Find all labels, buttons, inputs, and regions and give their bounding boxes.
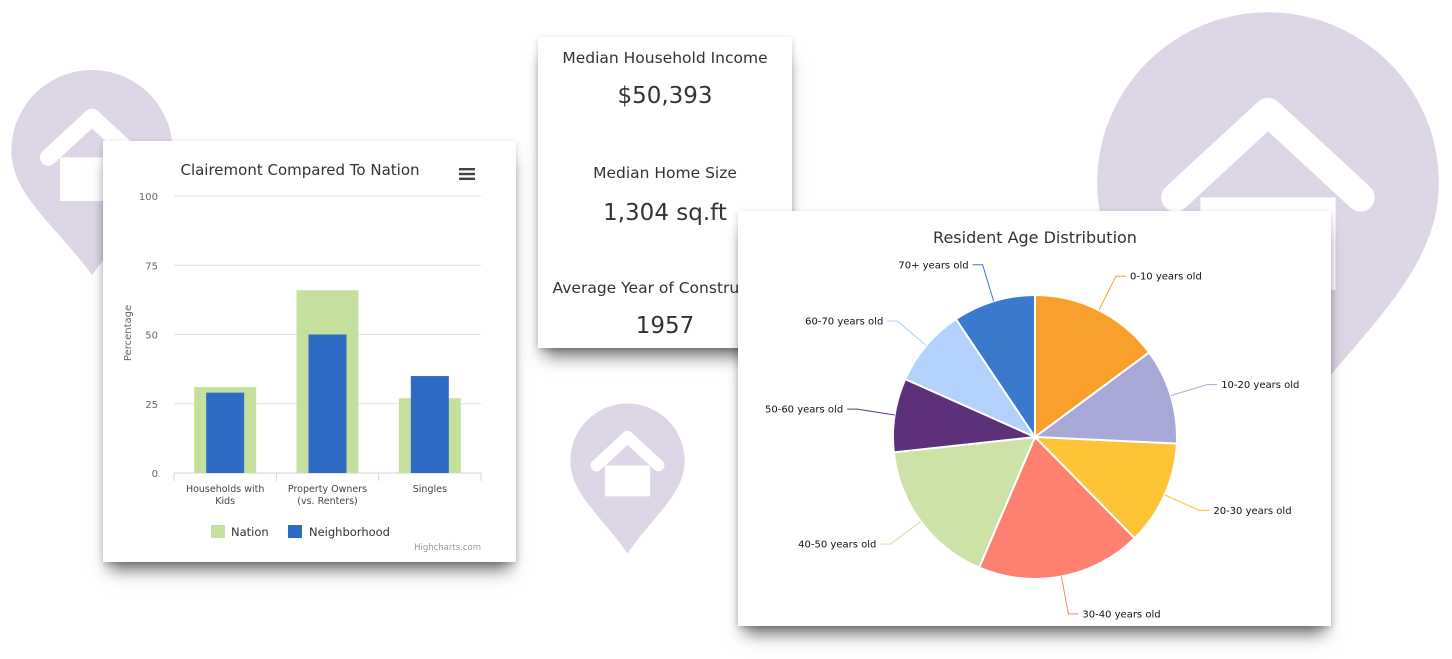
legend-label-nation[interactable]: Nation — [231, 525, 269, 539]
pie-connector — [972, 264, 995, 302]
x-category-label: Property Owners (vs. Renters) — [288, 484, 367, 507]
credits-link[interactable]: Highcharts.com — [414, 543, 481, 553]
pie-connector — [1060, 576, 1079, 615]
x-category-label: Singles — [413, 484, 447, 495]
bar-neighborhood-2[interactable] — [410, 376, 449, 473]
pie-label-0-10-years-old: 0-10 years old — [1130, 272, 1202, 283]
chart-title: Clairemont Compared To Nation — [180, 161, 419, 179]
y-tick-label: 50 — [145, 331, 158, 342]
comparison-chart-card: Clairemont Compared To Nation Percentage… — [103, 141, 516, 562]
pie-connector — [1098, 275, 1126, 311]
menu-icon[interactable] — [459, 168, 475, 180]
pie-connector — [1164, 494, 1210, 511]
stat-value-income: $50,393 — [617, 83, 713, 109]
pie-connector — [847, 408, 895, 416]
legend-label-neighborhood[interactable]: Neighborhood — [309, 525, 390, 539]
bar-neighborhood-0[interactable] — [206, 392, 245, 473]
y-tick-label: 75 — [145, 261, 158, 272]
y-tick-label: 25 — [145, 400, 158, 411]
pie-connector — [887, 320, 927, 346]
pie-label-10-20-years-old: 10-20 years old — [1221, 380, 1299, 391]
y-tick-label: 100 — [139, 192, 158, 203]
home-location-pin-icon — [570, 403, 685, 554]
chart-title: Resident Age Distribution — [933, 228, 1137, 247]
pie-connector — [1170, 384, 1218, 397]
x-category-label: Households with Kids — [186, 484, 264, 507]
bar-neighborhood-1[interactable] — [308, 334, 347, 474]
stat-label-home-size: Median Home Size — [593, 164, 737, 182]
legend-swatch-neighborhood — [288, 525, 302, 538]
y-tick-label: 0 — [152, 469, 158, 480]
comparison-bar-chart: Clairemont Compared To Nation Percentage… — [123, 161, 482, 553]
pie-connector — [880, 521, 922, 545]
pie-label-70-years-old: 70+ years old — [898, 260, 968, 271]
pie-label-40-50-years-old: 40-50 years old — [798, 540, 876, 551]
age-distribution-chart-card: Resident Age Distribution 0-10 years old… — [738, 211, 1331, 626]
pie-label-60-70-years-old: 60-70 years old — [805, 317, 883, 328]
pie-label-50-60-years-old: 50-60 years old — [765, 405, 843, 416]
age-pie-chart: Resident Age Distribution 0-10 years old… — [765, 228, 1299, 620]
y-axis-label: Percentage — [123, 305, 134, 361]
stat-label-income: Median Household Income — [562, 49, 768, 67]
pie-label-20-30-years-old: 20-30 years old — [1213, 506, 1291, 517]
pie-label-30-40-years-old: 30-40 years old — [1082, 609, 1160, 620]
legend: Nation Neighborhood — [211, 525, 390, 539]
legend-swatch-nation — [211, 525, 225, 538]
